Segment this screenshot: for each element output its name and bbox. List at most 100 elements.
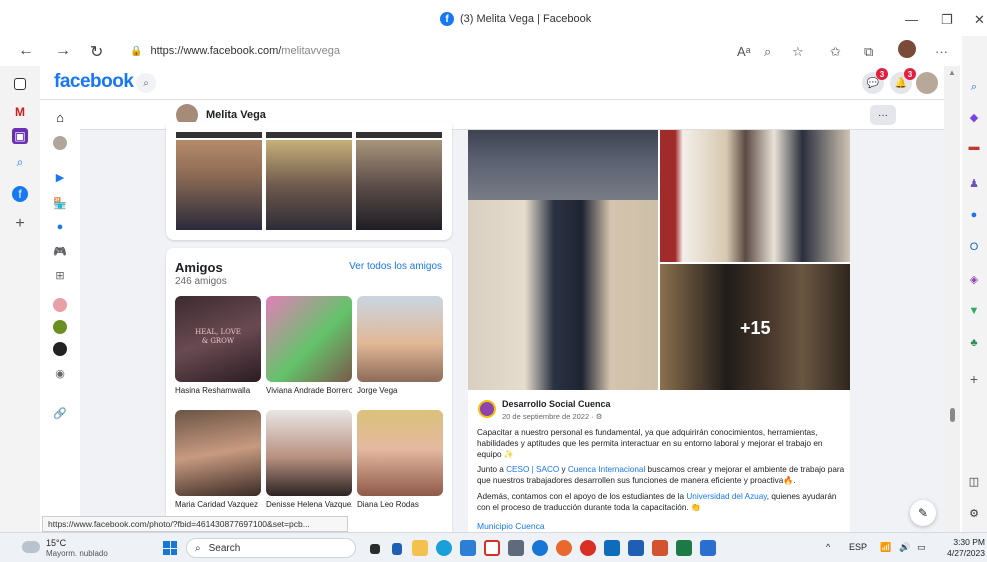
facebook-logo[interactable]: facebook (54, 71, 134, 93)
photos-icon[interactable] (700, 540, 716, 556)
friend-tile[interactable]: Jorge Vega (357, 296, 443, 395)
marketplace-icon[interactable]: 🏪 (53, 196, 67, 210)
post-photo[interactable] (468, 130, 658, 204)
friend-tile[interactable]: Diana Leo Rodas (357, 410, 443, 509)
cuenca-internacional-link[interactable]: Cuenca Internacional (568, 465, 645, 474)
chrome-icon[interactable] (580, 540, 596, 556)
taskbar-search[interactable]: ⌕ Search (186, 538, 356, 558)
browser-profile-avatar[interactable] (898, 40, 916, 58)
store-icon[interactable] (460, 540, 476, 556)
post-author-avatar[interactable] (478, 400, 496, 418)
close-icon[interactable]: ✕ (974, 12, 985, 28)
post-author[interactable]: Desarrollo Social Cuenca (502, 399, 611, 409)
notifications-bell-icon[interactable]: 🔔 3 (890, 68, 916, 94)
compose-message-icon[interactable]: ✎ (910, 500, 936, 526)
friend-tile[interactable]: Viviana Andrade Borrero (266, 296, 352, 395)
designer-icon[interactable]: ◈ (967, 272, 981, 286)
add-sidebar-icon[interactable]: + (967, 371, 981, 387)
search-tab-icon[interactable]: ⌕ (12, 154, 28, 170)
drop-icon[interactable]: ▼ (967, 304, 981, 318)
task-view-icon[interactable] (370, 544, 380, 554)
collections-icon[interactable]: ⧉ (864, 44, 873, 60)
link-icon[interactable]: 🔗 (53, 406, 67, 420)
page-scrollbar[interactable]: ▲ (944, 66, 960, 532)
photo-thumbnail[interactable] (266, 140, 352, 230)
add-tab-icon[interactable]: + (12, 215, 28, 232)
outlook-icon[interactable]: O (967, 240, 981, 254)
account-avatar[interactable] (916, 72, 938, 94)
weather-temp[interactable]: 15°C (46, 538, 66, 548)
app-tab-icon[interactable]: ▣ (12, 128, 28, 144)
file-explorer-icon[interactable] (412, 540, 428, 556)
search-sidebar-icon[interactable]: ⌕ (967, 80, 981, 94)
more-photos-count[interactable]: +15 (740, 318, 771, 339)
outlook-taskbar-icon[interactable] (604, 540, 620, 556)
help-icon[interactable] (532, 540, 548, 556)
friend-tile[interactable]: Denisse Helena Vazquez (266, 410, 352, 509)
office-icon[interactable]: ● (967, 208, 981, 222)
menu-grid-icon[interactable]: ⊞ (53, 268, 67, 282)
shopping-icon[interactable]: ◆ (967, 110, 981, 124)
system-clock[interactable]: 3:30 PM 4/27/2023 (945, 537, 985, 559)
widgets-icon[interactable] (392, 543, 402, 555)
battery-icon[interactable]: ▭ (917, 542, 926, 553)
weather-desc[interactable]: Mayorm. nublado (46, 549, 108, 558)
word-icon[interactable] (628, 540, 644, 556)
shortcut-1-icon[interactable] (53, 298, 67, 312)
see-all-friends-link[interactable]: Ver todos los amigos (349, 261, 442, 272)
post-photo-main[interactable] (468, 200, 658, 390)
games-icon[interactable]: ♟ (967, 176, 981, 190)
read-aloud-icon[interactable]: Aᵃ (737, 44, 751, 59)
firefox-icon[interactable] (556, 540, 572, 556)
scroll-thumb[interactable] (950, 408, 955, 422)
split-screen-icon[interactable]: ◫ (967, 474, 981, 488)
shortcut-4-icon[interactable]: ◉ (53, 366, 67, 380)
ceso-saco-link[interactable]: CESO | SACO (506, 465, 559, 474)
favorite-add-icon[interactable]: ☆ (792, 44, 804, 60)
universidad-link[interactable]: Universidad del Azuay (686, 492, 766, 501)
favorites-icon[interactable]: ✩ (830, 44, 841, 60)
post-photo[interactable] (660, 130, 850, 262)
language-indicator[interactable]: ESP (849, 542, 867, 552)
edge-icon[interactable] (436, 540, 452, 556)
start-windows-icon[interactable] (163, 541, 177, 555)
weather-cloud-icon[interactable] (22, 541, 40, 553)
zoom-icon[interactable]: ⌕ (764, 44, 771, 60)
profile-name[interactable]: Melita Vega (206, 109, 266, 121)
settings-icon[interactable]: ⚙ (967, 506, 981, 520)
tree-icon[interactable]: ♣ (967, 336, 981, 350)
post-date[interactable]: 20 de septiembre de 2022 · ⚙ (502, 412, 603, 421)
gaming-icon[interactable]: 🎮 (53, 244, 67, 258)
powerpoint-icon[interactable] (652, 540, 668, 556)
tools-icon[interactable]: ▬ (967, 140, 981, 154)
friend-tile[interactable]: Maria Caridad Vazquez (175, 410, 261, 509)
excel-icon[interactable] (676, 540, 692, 556)
back-icon[interactable]: ← (18, 42, 34, 60)
profile-icon[interactable] (53, 136, 67, 150)
more-menu-icon[interactable]: ··· (935, 44, 948, 59)
municipio-cuenca-tag[interactable]: Municipio Cuenca (477, 521, 545, 531)
photo-thumbnail[interactable] (356, 140, 442, 230)
tab-actions-icon[interactable] (14, 78, 26, 90)
photo-thumbnail[interactable] (176, 140, 262, 230)
mail-icon[interactable] (484, 540, 500, 556)
forward-icon[interactable]: → (55, 42, 71, 60)
url-bar[interactable]: 🔒 https://www.facebook.com/melitavvega (120, 40, 676, 62)
facebook-tab-icon[interactable]: f (12, 186, 28, 202)
scroll-up-icon[interactable]: ▲ (948, 68, 956, 77)
shortcut-3-icon[interactable] (53, 342, 67, 356)
gmail-icon[interactable]: M (12, 104, 28, 120)
friend-tile[interactable]: HEAL, LOVE & GROW Hasina Reshamwalla (175, 296, 261, 395)
volume-icon[interactable]: 🔊 (899, 542, 910, 553)
tray-chevron-icon[interactable]: ^ (826, 542, 830, 552)
refresh-icon[interactable]: ↻ (90, 42, 103, 62)
messenger-icon[interactable]: 💬 3 (862, 68, 888, 94)
wifi-icon[interactable]: 📶 (880, 542, 891, 553)
groups-icon[interactable]: ● (53, 220, 67, 234)
shortcut-2-icon[interactable] (53, 320, 67, 334)
home-icon[interactable]: ⌂ (53, 110, 67, 125)
tab-title[interactable]: f (3) Melita Vega | Facebook (440, 12, 591, 26)
profile-more-button[interactable]: ··· (870, 105, 896, 125)
facebook-search-icon[interactable]: ⌕ (136, 73, 156, 93)
watch-icon[interactable]: ▶ (53, 170, 67, 184)
